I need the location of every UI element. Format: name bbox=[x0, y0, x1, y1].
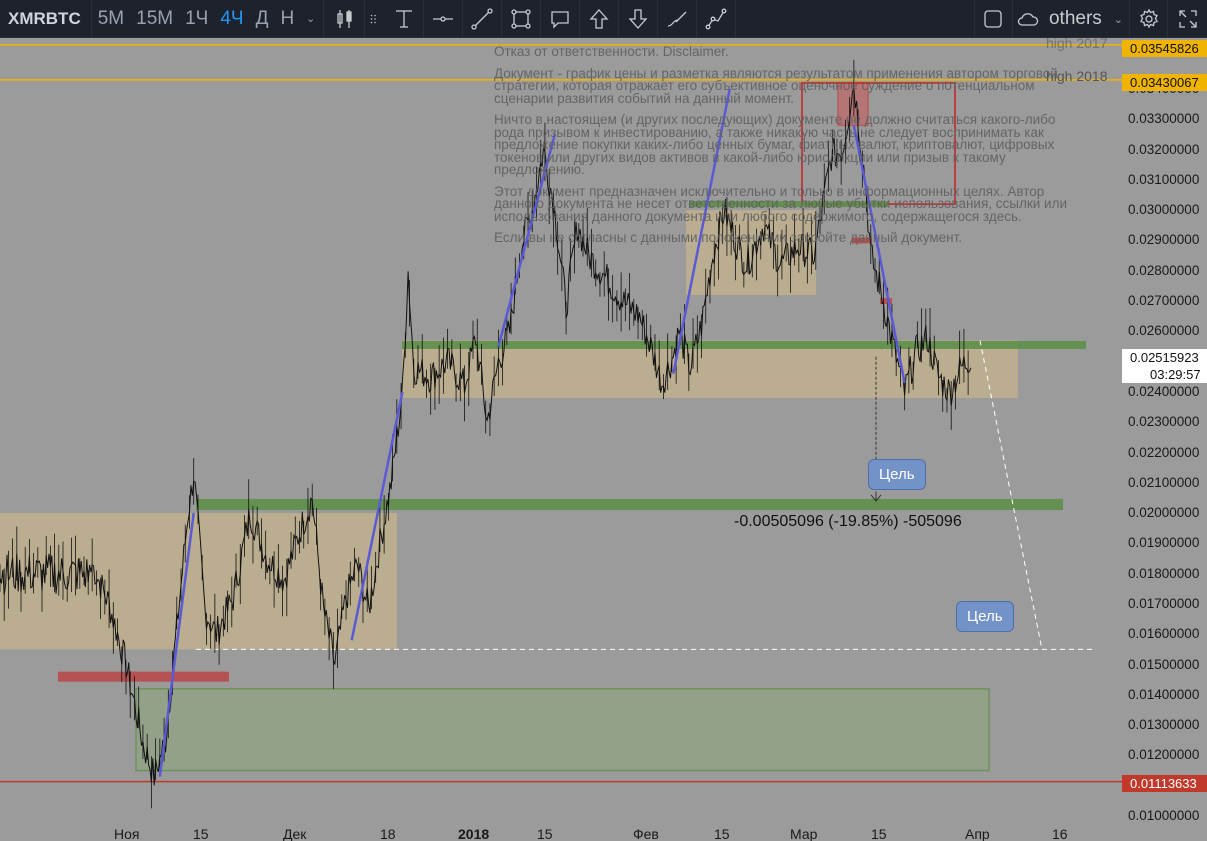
toolbar-divider bbox=[323, 0, 325, 38]
trend-line-icon[interactable] bbox=[463, 0, 503, 38]
price-tick-label: 0.03200000 bbox=[1128, 141, 1200, 157]
price-tick-label: 0.03100000 bbox=[1128, 171, 1200, 187]
horizontal-line-icon[interactable] bbox=[424, 0, 464, 38]
price-tick-label: 0.02400000 bbox=[1128, 383, 1200, 399]
interval-dropdown[interactable]: ⌄ bbox=[300, 0, 321, 38]
high-2018-label: high 2018 bbox=[1046, 68, 1108, 84]
accumulation-zone bbox=[135, 688, 990, 772]
time-tick-label: Фев bbox=[633, 826, 659, 841]
time-tick-label: Апр bbox=[965, 826, 990, 841]
price-tick-label: 0.01300000 bbox=[1128, 717, 1200, 733]
price-tick-label: 0.01500000 bbox=[1128, 656, 1200, 672]
path-icon[interactable] bbox=[697, 0, 737, 38]
interval-1[interactable]: 15М bbox=[130, 0, 179, 38]
time-tick-label: 16 bbox=[1052, 826, 1068, 841]
candles-icon[interactable] bbox=[326, 0, 366, 38]
low-badge: 0.01113633 bbox=[1122, 775, 1207, 792]
symbol-search[interactable]: XMRBTC bbox=[0, 0, 92, 38]
rectangle-icon[interactable] bbox=[502, 0, 542, 38]
level-bar bbox=[690, 201, 888, 208]
interval-5[interactable]: Н bbox=[274, 0, 300, 38]
time-tick-label: Ноя bbox=[114, 826, 140, 841]
price-tick-label: 0.02000000 bbox=[1128, 505, 1200, 521]
fullscreen-icon[interactable] bbox=[1168, 0, 1207, 38]
arrow-up-icon[interactable] bbox=[580, 0, 620, 38]
price-tick-label: 0.01800000 bbox=[1128, 565, 1200, 581]
time-tick-label: 2018 bbox=[458, 826, 490, 841]
target-callout-1[interactable]: Цель bbox=[868, 459, 926, 490]
callout-icon[interactable] bbox=[541, 0, 581, 38]
time-tick-label: 15 bbox=[871, 826, 887, 841]
resistance-bar bbox=[852, 237, 872, 244]
interval-4[interactable]: Д bbox=[250, 0, 275, 38]
high-2017-label: high 2017 bbox=[1046, 35, 1108, 51]
high-2018-badge: 0.03430067 bbox=[1122, 74, 1207, 91]
price-tick-label: 0.02600000 bbox=[1128, 323, 1200, 339]
interval-3[interactable]: 4Ч bbox=[214, 0, 249, 38]
price-tick-label: 0.03000000 bbox=[1128, 202, 1200, 218]
cloud-icon[interactable] bbox=[1013, 0, 1043, 38]
price-tick-label: 0.01200000 bbox=[1128, 747, 1200, 763]
chart-canvas[interactable] bbox=[0, 38, 1207, 841]
text-cursor-icon[interactable] bbox=[385, 0, 425, 38]
settings-icon[interactable] bbox=[1129, 0, 1168, 38]
toolbar-right: others ⌄ bbox=[973, 0, 1207, 38]
price-tick-label: 0.02700000 bbox=[1128, 293, 1200, 309]
square-icon[interactable] bbox=[973, 0, 1013, 38]
trend-line bbox=[497, 134, 557, 347]
level-bar bbox=[196, 498, 1063, 510]
price-tick-label: 0.02900000 bbox=[1128, 232, 1200, 248]
time-tick-label: Дек bbox=[283, 826, 307, 841]
time-tick-label: 15 bbox=[714, 826, 730, 841]
measure-label: -0.00505096 (-19.85%) -505096 bbox=[734, 513, 962, 530]
others-label[interactable]: others bbox=[1043, 0, 1108, 38]
current-price-badge: 0.02515923 bbox=[1122, 349, 1207, 366]
interval-0[interactable]: 5М bbox=[92, 0, 130, 38]
price-tick-label: 0.02100000 bbox=[1128, 474, 1200, 490]
arrow-down-icon[interactable] bbox=[619, 0, 659, 38]
time-tick-label: 15 bbox=[193, 826, 209, 841]
time-tick-label: Мар bbox=[790, 826, 818, 841]
chart-toolbar: XMRBTC 5М 15М 1Ч 4Ч Д Н ⌄ others ⌄ bbox=[0, 0, 1207, 38]
price-tick-label: 0.03300000 bbox=[1128, 111, 1200, 127]
price-tick-label: 0.01700000 bbox=[1128, 595, 1200, 611]
price-tick-label: 0.02300000 bbox=[1128, 414, 1200, 430]
price-tick-label: 0.01400000 bbox=[1128, 686, 1200, 702]
interval-group: 5М 15М 1Ч 4Ч Д Н bbox=[92, 0, 300, 38]
brush-icon[interactable] bbox=[658, 0, 698, 38]
resistance-bar bbox=[58, 671, 229, 682]
price-tick-label: 0.02200000 bbox=[1128, 444, 1200, 460]
price-chart[interactable] bbox=[0, 38, 1207, 841]
price-tick-label: 0.01000000 bbox=[1128, 808, 1200, 823]
interval-2[interactable]: 1Ч bbox=[179, 0, 214, 38]
countdown-badge: 03:29:57 bbox=[1122, 366, 1207, 383]
cross-cursor-icon[interactable] bbox=[365, 0, 385, 38]
time-tick-label: 18 bbox=[380, 826, 396, 841]
target-callout-2[interactable]: Цель bbox=[956, 601, 1014, 632]
price-tick-label: 0.01600000 bbox=[1128, 626, 1200, 642]
price-tick-label: 0.02800000 bbox=[1128, 262, 1200, 278]
price-tick-label: 0.01900000 bbox=[1128, 535, 1200, 551]
chevron-down-icon[interactable]: ⌄ bbox=[1108, 13, 1129, 26]
time-tick-label: 15 bbox=[537, 826, 553, 841]
high-2017-badge: 0.03545826 bbox=[1122, 40, 1207, 57]
